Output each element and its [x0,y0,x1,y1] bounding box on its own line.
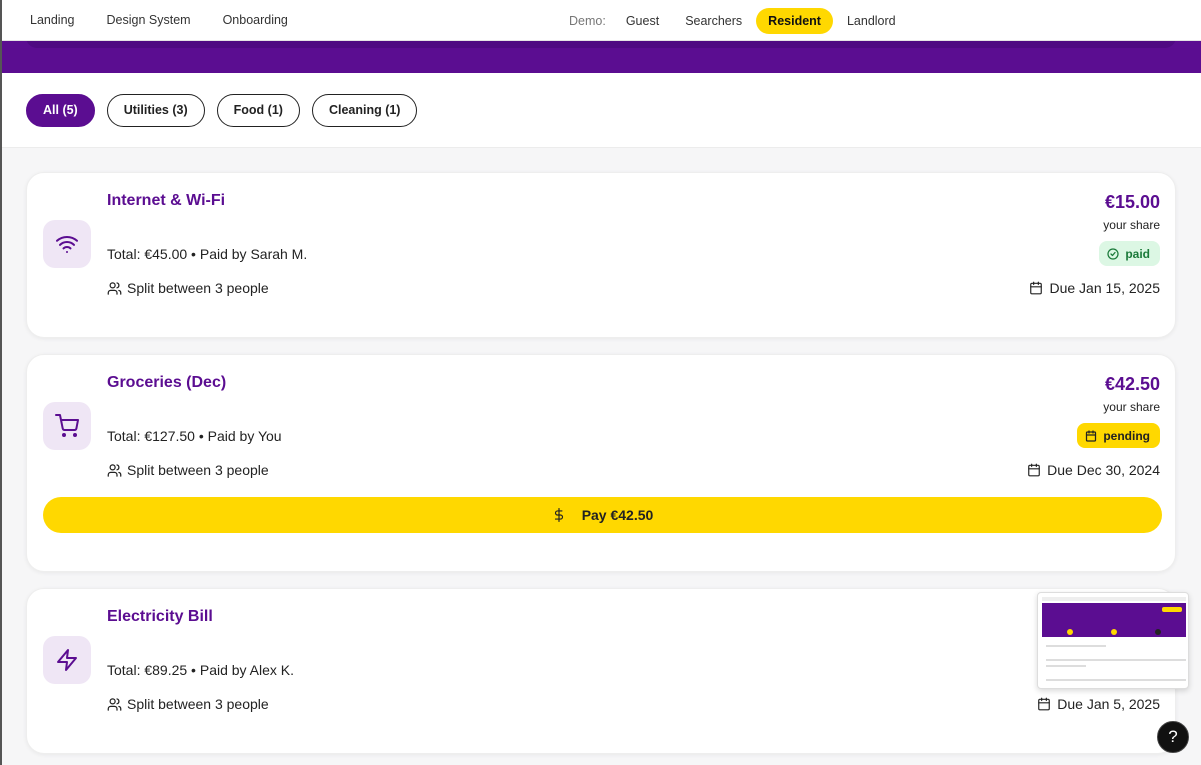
preview-button [1162,607,1182,612]
expense-title: Internet & Wi-Fi [107,192,226,209]
status-badge-pending: pending [1077,423,1160,448]
status-badge-label: pending [1103,428,1150,443]
dollar-icon [554,508,563,522]
check-circle-icon [1107,247,1119,260]
preview-row [1046,679,1186,681]
expense-due-date: Due Jan 15, 2025 [1029,280,1160,296]
wifi-icon [43,220,91,268]
nav-link-landing[interactable]: Landing [14,7,91,33]
expense-card-groceries[interactable]: Groceries (Dec) Total: €127.50 • Paid by… [26,354,1176,572]
page-preview-thumbnail[interactable] [1037,592,1189,689]
nav-link-onboarding[interactable]: Onboarding [207,7,304,33]
header-banner [0,37,1201,73]
expense-total-paid-by: Total: €45.00 • Paid by Sarah M. [107,246,308,262]
preview-row [1046,659,1186,661]
status-badge-paid: paid [1099,241,1160,266]
demo-role-searchers[interactable]: Searchers [673,8,754,34]
category-filters: All (5) Utilities (3) Food (1) Cleaning … [0,73,1201,148]
lightning-icon [43,636,91,684]
pay-button-label: Pay €42.50 [581,507,654,523]
top-navigation: Landing Design System Onboarding Demo: G… [0,0,1201,41]
preview-avatar [1155,629,1161,635]
expense-share-amount: €42.50 [1104,374,1160,394]
nav-link-design-system[interactable]: Design System [91,7,207,33]
users-icon [107,697,122,711]
expense-share-label: your share [1103,218,1160,232]
preview-avatar [1111,629,1117,635]
expense-card-electricity[interactable]: Electricity Bill Total: €89.25 • Paid by… [26,588,1176,754]
expense-due-label: Due Jan 5, 2025 [1057,696,1160,712]
calendar-icon [1030,281,1043,295]
expense-due-label: Due Jan 15, 2025 [1049,280,1160,296]
preview-filter-row [1046,645,1106,647]
filter-cleaning[interactable]: Cleaning (1) [311,93,418,127]
expense-total-paid-by: Total: €127.50 • Paid by You [107,428,282,444]
cart-icon [43,402,91,450]
preview-row [1046,665,1086,667]
expense-total-paid-by: Total: €89.25 • Paid by Alex K. [107,662,295,678]
demo-role-switcher: Demo: Guest Searchers Resident Landlord [569,0,910,41]
demo-role-resident[interactable]: Resident [756,7,833,34]
users-icon [107,281,122,295]
demo-role-landlord[interactable]: Landlord [835,8,908,34]
preview-nav [1042,597,1186,601]
users-icon [107,463,122,477]
expense-split: Split between 3 people [107,462,269,478]
expense-title: Electricity Bill [107,608,213,625]
calendar-icon [1038,697,1051,711]
demo-role-guest[interactable]: Guest [614,8,671,34]
expense-split: Split between 3 people [107,696,269,712]
pay-button[interactable]: Pay €42.50 [43,497,1162,533]
expense-split-label: Split between 3 people [127,462,269,478]
status-badge-label: paid [1125,246,1150,261]
filter-food[interactable]: Food (1) [216,93,300,127]
expense-due-label: Due Dec 30, 2024 [1047,462,1160,478]
window-edge [0,0,2,765]
expense-split-label: Split between 3 people [127,280,269,296]
demo-label: Demo: [569,13,606,28]
expense-share-amount: €15.00 [1104,192,1160,212]
expense-share-label: your share [1103,400,1160,414]
preview-avatar [1067,629,1073,635]
expense-due-date: Due Jan 5, 2025 [1037,696,1160,712]
expense-split: Split between 3 people [107,280,269,296]
filter-utilities[interactable]: Utilities (3) [106,93,205,127]
help-button[interactable]: ? [1157,721,1189,753]
calendar-icon [1028,463,1040,477]
filter-all[interactable]: All (5) [26,93,95,127]
expense-card-internet[interactable]: Internet & Wi-Fi Total: €45.00 • Paid by… [26,172,1176,338]
expense-split-label: Split between 3 people [127,696,269,712]
expense-title: Groceries (Dec) [107,374,227,391]
calendar-icon [1086,429,1097,442]
expense-due-date: Due Dec 30, 2024 [1027,462,1160,478]
nav-links: Landing Design System Onboarding [14,7,304,33]
